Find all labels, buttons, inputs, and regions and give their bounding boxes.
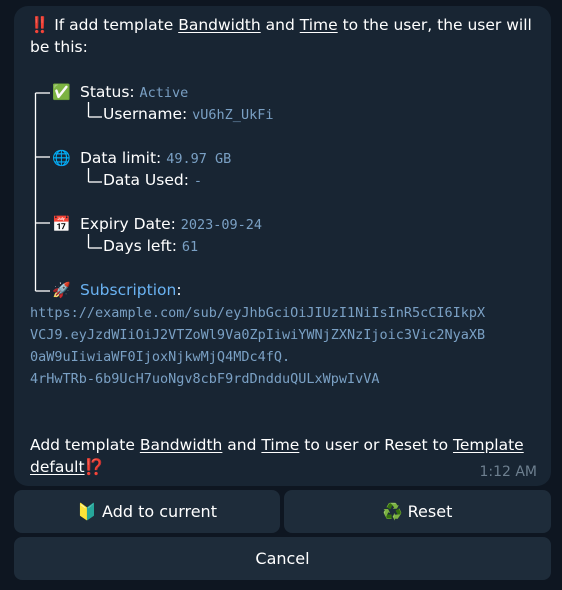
username-row: Username: vU6hZ_UkFi (103, 105, 274, 123)
message-bubble: ‼️ If add template Bandwidth and Time to… (14, 6, 551, 486)
subscription-url-line-3[interactable]: 0aW9uIiwiaWF0IjoxNjkwMjQ4MDc4fQ. (30, 346, 290, 368)
reset-button[interactable]: ♻️ Reset (284, 490, 551, 533)
globe-icon: 🌐 (52, 149, 71, 167)
data-used-row: Data Used: - (103, 171, 203, 189)
footer-line-1: Add template Bandwidth and Time to user … (30, 436, 524, 454)
username-value: vU6hZ_UkFi (192, 107, 274, 123)
data-limit-row: Data limit: 49.97 GB (80, 149, 232, 167)
subscription-url-line-4[interactable]: 4rHwTRb-6b9UcH7uoNgv8cbF9rdDndduQULxWpwI… (30, 368, 380, 390)
message-time: 1:12 AM (479, 464, 537, 480)
subscription-row: Subscription: (80, 281, 182, 299)
calendar-icon: 📅 (52, 215, 71, 233)
add-to-current-button[interactable]: 🔰 Add to current (14, 490, 280, 533)
subscription-url-line-2[interactable]: VCJ9.eyJzdWIiOiJ2VTZoWl9Va0ZpIiwiYWNjZXN… (30, 324, 485, 346)
status-row: Status: Active (80, 83, 189, 101)
interrobang-icon: ⁉️ (84, 458, 104, 476)
expiry-row: Expiry Date: 2023-09-24 (80, 215, 263, 233)
rocket-icon: 🚀 (52, 281, 71, 299)
cancel-button[interactable]: Cancel (14, 537, 551, 580)
status-value: Active (139, 85, 189, 101)
footer-line-2: default⁉️ (30, 458, 104, 476)
expiry-value: 2023-09-24 (180, 217, 263, 233)
days-left-value: 61 (181, 239, 199, 255)
days-left-row: Days left: 61 (103, 237, 199, 255)
subscription-url-line-1[interactable]: https://example.com/sub/eyJhbGciOiJIUzI1… (30, 302, 485, 324)
check-mark-icon: ✅ (52, 83, 71, 101)
subscription-label[interactable]: Subscription (80, 281, 176, 299)
data-limit-value: 49.97 GB (166, 151, 232, 167)
data-used-value: - (193, 173, 203, 189)
